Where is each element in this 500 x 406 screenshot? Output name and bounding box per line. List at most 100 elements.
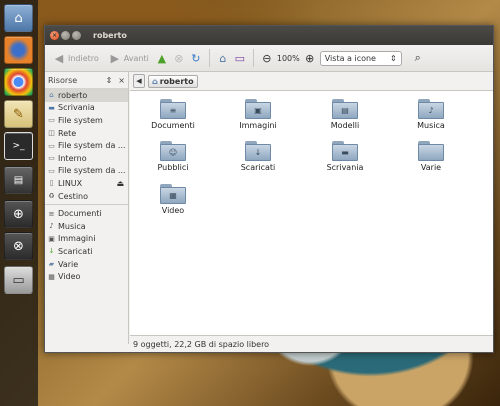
workspace-switcher-launcher-icon[interactable]: ▤ [4, 166, 33, 194]
drive-icon: ▭ [48, 141, 55, 150]
minimize-window-button[interactable] [61, 31, 70, 40]
forward-button[interactable]: ▶ Avanti [105, 49, 152, 67]
sidebar-item[interactable]: ▭ Interno [45, 152, 128, 165]
sidebar-item[interactable]: ▭ File system da ... [45, 139, 128, 152]
breadcrumb-label: roberto [159, 76, 194, 86]
documents-icon: ≡ [48, 209, 55, 218]
file-label: Varie [420, 163, 442, 172]
file-item[interactable]: ≡ Documenti [138, 99, 208, 130]
sidebar-item-label: Interno [58, 153, 87, 163]
folder-icon: ▣ [245, 99, 271, 119]
chrome-launcher-icon[interactable] [4, 68, 33, 96]
view-mode-select[interactable]: Vista a icone ⇕ [319, 50, 402, 66]
downloads-icon: ↓ [48, 247, 55, 256]
file-label: Modelli [330, 121, 360, 130]
sidebar-item-label: roberto [58, 90, 88, 100]
sidebar-item[interactable]: ↓ Scaricati [45, 245, 128, 258]
sidebar-item-label: Rete [58, 128, 77, 138]
file-item[interactable]: ↓ Scaricati [223, 141, 293, 172]
file-view[interactable]: ≡ Documenti ▣ Immagini ▤ Modelli ♪ Musica ☺ Pubbl… [130, 90, 493, 338]
window-title: roberto [93, 31, 127, 40]
sidebar-item[interactable]: ◫ Rete [45, 127, 128, 140]
path-left-arrow-icon[interactable]: ◀ [133, 74, 145, 88]
sidebar-item[interactable]: ▣ Immagini [45, 233, 128, 246]
sidebar-item[interactable]: ⌂ roberto [45, 89, 128, 102]
sidebar-item[interactable]: ▯ LINUX ⏏ [45, 177, 128, 190]
computer-icon[interactable]: ▭ [233, 51, 247, 65]
file-item[interactable]: Varie [396, 141, 466, 172]
file-item[interactable]: ♪ Musica [396, 99, 466, 130]
sidebar-header: Risorse ⇕ × [45, 72, 128, 89]
eject-icon[interactable]: ⏏ [116, 179, 124, 188]
sidebar-item-label: File system [58, 115, 103, 125]
chevron-down-icon[interactable]: ⇕ [106, 76, 113, 85]
file-item[interactable]: ▣ Immagini [223, 99, 293, 130]
zoom-in-icon[interactable]: ⊕ [303, 51, 317, 65]
home-icon: ⌂ [152, 76, 158, 86]
forward-label: Avanti [123, 53, 149, 63]
folder-icon: ▦ [160, 184, 186, 204]
sidebar-item-label: Cestino [58, 191, 88, 201]
home-folder-launcher-icon[interactable]: ⌂ [4, 4, 33, 32]
stop-icon[interactable]: ⊗ [172, 51, 186, 65]
sidebar-item[interactable]: ▰ Varie [45, 258, 128, 271]
sidebar-item-label: Documenti [58, 209, 102, 219]
reload-icon[interactable]: ↻ [189, 51, 203, 65]
zoom-out-icon[interactable]: ⊖ [260, 51, 274, 65]
back-button[interactable]: ◀ Indietro [49, 49, 102, 67]
sidebar-item[interactable]: ♻ Cestino [45, 190, 128, 203]
sidebar-item[interactable]: ▦ Video [45, 270, 128, 283]
sidebar-item[interactable]: ♪ Musica [45, 220, 128, 233]
sidebar: Risorse ⇕ × ⌂ roberto ▬ Scrivania ▭ File syst… [45, 72, 129, 344]
sidebar-item[interactable]: ≡ Documenti [45, 207, 128, 220]
text-editor-launcher-icon[interactable]: ✎ [4, 100, 33, 128]
sidebar-divider [45, 204, 128, 206]
close-sidebar-icon[interactable]: × [118, 76, 125, 85]
sidebar-item[interactable]: ▭ File system [45, 114, 128, 127]
drive-icon: ▭ [48, 116, 55, 125]
desktop-icon: ▬ [48, 103, 55, 112]
folder-icon: ♪ [418, 99, 444, 119]
forward-arrow-icon: ▶ [110, 51, 120, 65]
toolbar-separator [208, 49, 210, 67]
folder-icon: ≡ [160, 99, 186, 119]
file-item[interactable]: ▤ Modelli [310, 99, 380, 130]
sidebar-item-label: Musica [58, 221, 86, 231]
file-label: Video [161, 206, 185, 215]
sidebar-item-label: Scaricati [58, 246, 93, 256]
file-item[interactable]: ▦ Video [138, 184, 208, 215]
sidebar-item-label: File system da ... [58, 141, 126, 151]
search-icon[interactable]: ⌕ [411, 51, 425, 65]
breadcrumb-current[interactable]: ⌂ roberto [148, 74, 198, 88]
maximize-window-button[interactable] [72, 31, 81, 40]
view-mode-value: Vista a icone [324, 53, 376, 63]
dash-search-launcher-icon[interactable]: ⊕ [4, 200, 33, 228]
close-window-button[interactable]: × [50, 31, 59, 40]
terminal-launcher-icon[interactable]: >_ [4, 132, 33, 160]
pictures-icon: ▣ [48, 234, 55, 243]
home-icon: ⌂ [49, 91, 54, 100]
back-arrow-icon: ◀ [54, 51, 64, 65]
zoom-level: 100% [276, 53, 300, 63]
folder-icon: ▰ [48, 260, 55, 269]
back-label: Indietro [68, 53, 99, 63]
sidebar-item[interactable]: ▬ Scrivania [45, 102, 128, 115]
pathbar: ◀ ⌂ roberto [130, 72, 493, 90]
file-item[interactable]: ▬ Scrivania [310, 141, 380, 172]
network-icon: ◫ [48, 129, 55, 138]
file-manager-window: × roberto ◀ Indietro ▶ Avanti ▲ ⊗ ↻ ⌂ ▭ … [44, 25, 494, 353]
drive-icon: ▭ [48, 166, 55, 175]
up-arrow-icon[interactable]: ▲ [155, 51, 169, 65]
applications-lens-launcher-icon[interactable]: ⊗ [4, 232, 33, 260]
removable-drive-launcher-icon[interactable]: ▭ [4, 266, 33, 294]
firefox-launcher-icon[interactable] [4, 36, 33, 64]
home-icon[interactable]: ⌂ [216, 51, 230, 65]
sidebar-item[interactable]: ▭ File system da ... [45, 165, 128, 178]
folder-icon: ▤ [332, 99, 358, 119]
usb-icon: ▯ [49, 179, 54, 188]
file-item[interactable]: ☺ Pubblici [138, 141, 208, 172]
toolbar: ◀ Indietro ▶ Avanti ▲ ⊗ ↻ ⌂ ▭ ⊖ 100% ⊕ V… [45, 45, 493, 72]
folder-icon: ☺ [160, 141, 186, 161]
video-icon: ▦ [48, 272, 55, 281]
folder-icon [418, 141, 444, 161]
